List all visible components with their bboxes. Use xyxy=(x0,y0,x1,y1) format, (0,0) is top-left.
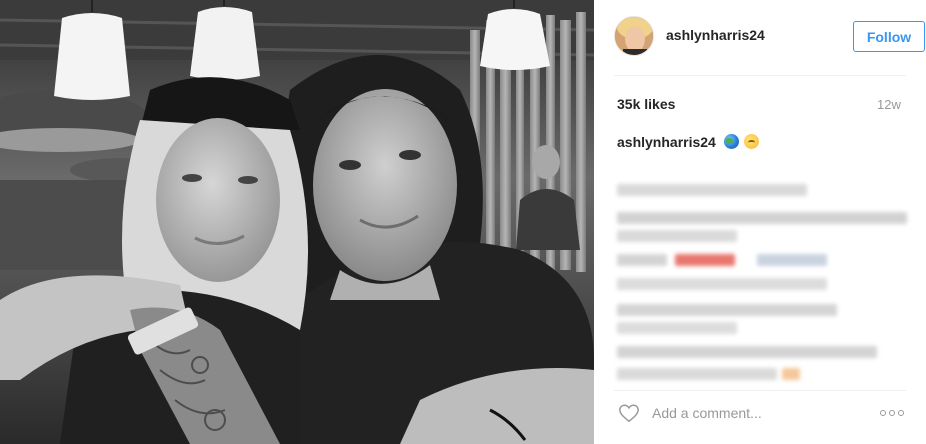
obscured-line xyxy=(617,346,877,358)
caption-username[interactable]: ashlynharris24 xyxy=(617,134,716,150)
obscured-line xyxy=(617,322,737,334)
post-time[interactable]: 12w xyxy=(877,97,901,112)
instagram-post: ashlynharris24 Follow 35k likes 12w ashl… xyxy=(0,0,926,444)
obscured-line xyxy=(617,368,802,380)
comment-bar xyxy=(614,398,906,428)
obscured-line xyxy=(617,278,827,290)
post-photo[interactable] xyxy=(0,0,594,444)
obscured-line xyxy=(617,254,837,266)
globe-emoji xyxy=(723,134,739,149)
caption: ashlynharris24 xyxy=(617,134,759,150)
comment-input[interactable] xyxy=(652,402,862,424)
header-divider xyxy=(614,75,906,76)
heart-icon[interactable] xyxy=(618,402,640,424)
avatar-image xyxy=(615,17,653,55)
username-link[interactable]: ashlynharris24 xyxy=(666,27,765,43)
comment-divider xyxy=(614,390,906,391)
follow-button[interactable]: Follow xyxy=(853,21,925,52)
obscured-line xyxy=(617,304,837,316)
post-header: ashlynharris24 Follow xyxy=(614,14,925,62)
likes-count[interactable]: 35k likes xyxy=(617,96,675,112)
post-sidebar: ashlynharris24 Follow 35k likes 12w ashl… xyxy=(594,0,926,444)
avatar[interactable] xyxy=(614,16,654,56)
obscured-line xyxy=(617,212,907,224)
obscured-line xyxy=(617,230,737,242)
more-options-icon[interactable] xyxy=(880,409,906,417)
obscured-line xyxy=(617,184,807,196)
photo-illustration xyxy=(0,0,594,444)
upside-down-face-emoji xyxy=(743,134,759,149)
